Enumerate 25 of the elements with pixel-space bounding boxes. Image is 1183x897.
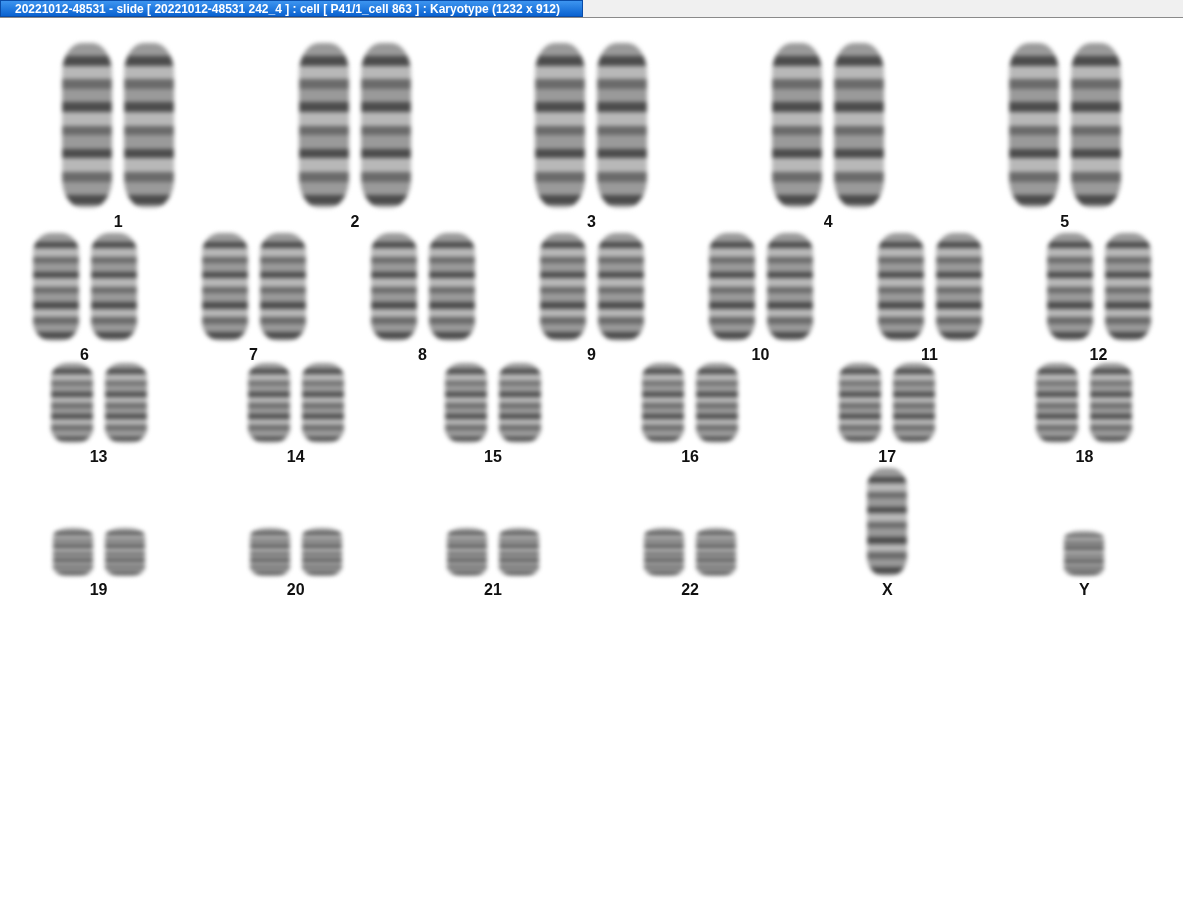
window-title: 20221012-48531 - slide [ 20221012-48531 242_4 ] : cell [ P41/1_cell 863 ] : Karyotype (1232 x 912) bbox=[0, 0, 584, 17]
chromosome-label: 18 bbox=[1075, 448, 1094, 466]
chromosome-label: 4 bbox=[823, 213, 833, 231]
chromosome-label: 1 bbox=[113, 213, 123, 231]
chromosome-label: 7 bbox=[249, 346, 258, 364]
chromosome-label: 20 bbox=[286, 581, 305, 599]
chromosome-label: 8 bbox=[418, 346, 427, 364]
chromosome-label: 22 bbox=[681, 581, 699, 599]
chromosome-label: 9 bbox=[587, 346, 596, 364]
chromosome-label: 12 bbox=[1089, 346, 1108, 364]
chromosome-label: 16 bbox=[681, 448, 699, 466]
chromosome-label: 3 bbox=[587, 213, 596, 231]
chromosome-label: 15 bbox=[484, 448, 502, 466]
chromosome-label: 19 bbox=[89, 581, 108, 599]
chromosome-label: 14 bbox=[286, 448, 305, 466]
chromosome-label: 21 bbox=[484, 581, 502, 599]
chromosome-label: 10 bbox=[751, 346, 770, 364]
chromosome-label: 13 bbox=[89, 448, 108, 466]
chromosome-label: 11 bbox=[921, 346, 938, 364]
chromosome-label: 17 bbox=[878, 448, 897, 466]
chromosome-label: 6 bbox=[80, 346, 89, 364]
chromosome-label: 2 bbox=[350, 213, 360, 231]
chromosome-label: 5 bbox=[1060, 213, 1070, 231]
chromosome-label: X bbox=[881, 581, 893, 599]
chromosome-label: Y bbox=[1079, 581, 1090, 599]
